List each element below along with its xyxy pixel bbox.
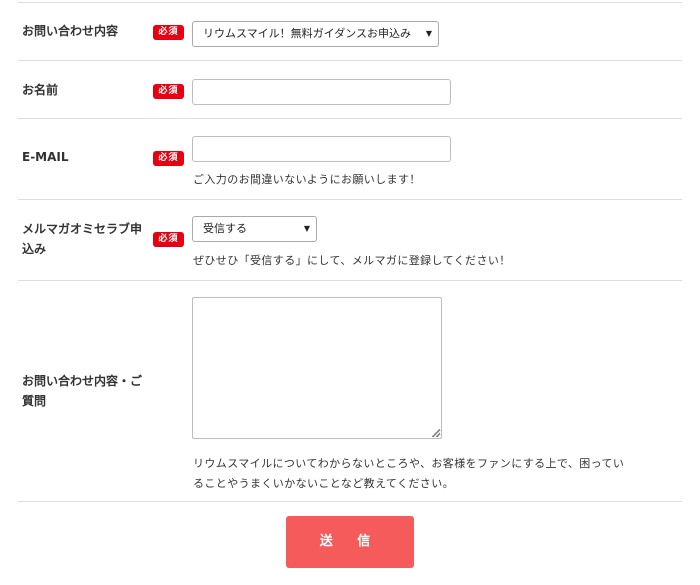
inquiry-type-select[interactable]: リウムスマイル！無料ガイダンスお申込み ▼ — [192, 21, 439, 47]
divider — [18, 280, 682, 281]
message-note-line2: ることやうまくいかないことなど教えてください。 — [193, 477, 454, 490]
name-label: お名前 — [22, 83, 59, 97]
email-label: E-MAIL — [22, 150, 69, 164]
newsletter-label-line2: 込み — [22, 242, 47, 256]
name-input[interactable] — [192, 79, 451, 105]
required-badge: 必須 — [153, 25, 184, 40]
divider — [18, 60, 682, 61]
newsletter-selected-value: 受信する — [203, 222, 247, 235]
email-input[interactable] — [192, 136, 451, 162]
message-label-line1: お問い合わせ内容・ご — [22, 374, 143, 388]
inquiry-type-label: お問い合わせ内容 — [22, 24, 119, 38]
divider — [18, 199, 682, 200]
message-label-line2: 質問 — [22, 394, 47, 408]
inquiry-type-selected-value: リウムスマイル！無料ガイダンスお申込み — [203, 27, 412, 40]
chevron-down-icon: ▼ — [303, 224, 310, 233]
email-note: ご入力のお間違いないようにお願いします！ — [193, 173, 421, 186]
required-badge: 必須 — [153, 232, 184, 247]
required-badge: 必須 — [153, 151, 184, 166]
submit-button[interactable]: 送 信 — [286, 516, 414, 568]
contact-form: お問い合わせ内容 必須 リウムスマイル！無料ガイダンスお申込み ▼ お名前 必須… — [0, 0, 700, 585]
resize-handle-icon[interactable] — [432, 429, 440, 437]
divider — [18, 2, 682, 3]
message-textarea[interactable] — [192, 297, 442, 439]
newsletter-label-line1: メルマガオミセラブ申 — [22, 222, 143, 236]
required-badge: 必須 — [153, 84, 184, 99]
newsletter-select[interactable]: 受信する ▼ — [192, 216, 317, 242]
divider — [18, 501, 682, 502]
divider — [18, 118, 682, 119]
newsletter-note: ぜひせひ「受信する」にして、メルマガに登録してください！ — [193, 254, 511, 267]
chevron-down-icon: ▼ — [425, 29, 432, 38]
message-note-line1: リウムスマイルについてわからないところや、お客様をファンにする上で、困ってい — [193, 457, 625, 470]
